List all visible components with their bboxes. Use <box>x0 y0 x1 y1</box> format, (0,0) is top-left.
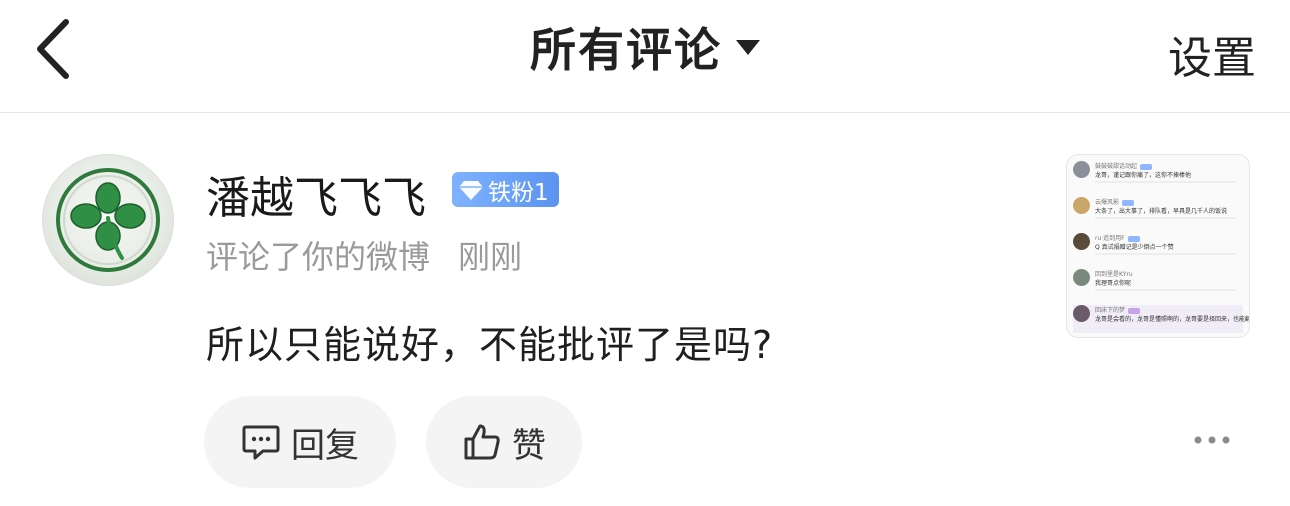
top-bar: 所有评论 设置 <box>0 0 1290 113</box>
avatar <box>1073 269 1090 286</box>
more-icon[interactable] <box>1192 430 1232 450</box>
thumb-text: 大条了，出大事了，排队看，早具是几千人的饭说 <box>1095 208 1228 215</box>
reply-label: 回复 <box>291 425 359 466</box>
thumb-name: ru·追到用F <box>1095 235 1125 242</box>
thumb-name: 云爆风影 <box>1095 199 1120 206</box>
avatar <box>1073 197 1090 214</box>
clover-icon <box>56 168 160 272</box>
fan-badge[interactable]: 铁粉1 <box>452 172 559 207</box>
caret-down-icon <box>736 39 760 55</box>
username[interactable]: 潘越飞飞飞 <box>206 162 426 226</box>
avatar <box>1073 233 1090 250</box>
thumb-text: 龙哥是会看的，龙哥是懂照啊的，龙哥要是择回来，也能翻的戏弄权惊 <box>1095 316 1249 323</box>
avatar <box>1073 305 1090 322</box>
avatar <box>1073 161 1090 178</box>
like-button[interactable]: 赞 <box>426 396 582 488</box>
comment-text: 所以只能说好，不能批评了是吗? <box>206 323 774 367</box>
thumb-text: Q 真试捐赠记是少倒点一个赞 <box>1095 244 1174 251</box>
comment-action: 评论了你的微博 <box>206 238 431 276</box>
thumb-text: 龙哥，谨记跟你痛了，这你不捧棒他 <box>1095 172 1192 179</box>
comment-meta: 评论了你的微博 刚刚 <box>206 232 522 278</box>
thumbs-up-icon <box>464 424 500 460</box>
comment-icon <box>242 425 280 460</box>
thumb-name: 鼓鼓鼓甜话动起 <box>1095 163 1138 170</box>
weibo-thumbnail[interactable]: 鼓鼓鼓甜话动起 龙哥，谨记跟你痛了，这你不捧棒他 云爆风影 大条了，出大事了，排… <box>1066 154 1250 338</box>
fan-badge-label: 铁粉1 <box>488 179 549 206</box>
reply-button[interactable]: 回复 <box>204 396 396 488</box>
page-title: 所有评论 <box>530 23 722 77</box>
comment-time: 刚刚 <box>458 238 523 276</box>
comment-filter-dropdown[interactable]: 所有评论 <box>0 14 1290 80</box>
like-label: 赞 <box>512 425 546 466</box>
avatar[interactable] <box>42 154 174 286</box>
list-item: 回床下的梦 龙哥是会看的，龙哥是懂照啊的，龙哥要是择回来，也能翻的戏弄权惊 <box>1073 305 1249 333</box>
thumb-text: 我理哥点你呢 <box>1095 280 1132 287</box>
thumb-name: 回到里是KYru <box>1095 271 1133 278</box>
diamond-icon <box>459 180 483 200</box>
settings-button[interactable]: 设置 <box>1168 22 1256 86</box>
thumb-name: 回床下的梦 <box>1095 307 1126 314</box>
